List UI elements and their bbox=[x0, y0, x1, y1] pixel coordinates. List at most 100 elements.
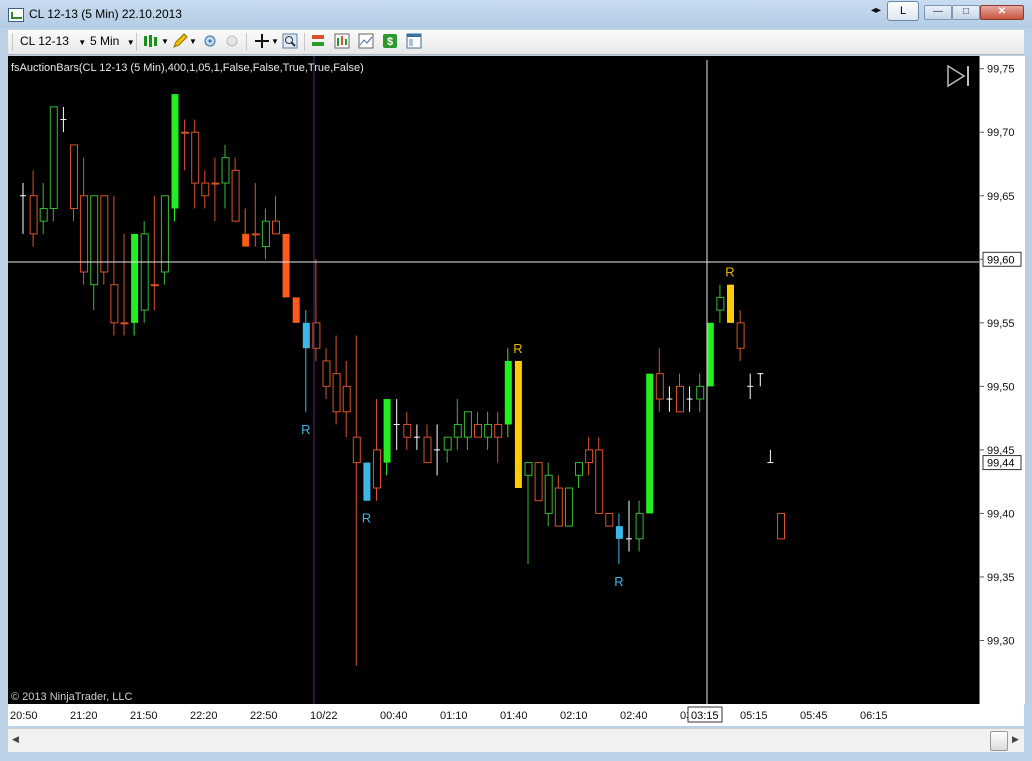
toolbar-separator bbox=[246, 33, 247, 51]
data-box-icon[interactable] bbox=[406, 33, 422, 49]
candle-75 bbox=[777, 512, 785, 540]
link-button[interactable]: L bbox=[887, 1, 919, 21]
candle-72 bbox=[747, 373, 754, 400]
candle-body bbox=[282, 233, 290, 298]
zoom-icon[interactable] bbox=[282, 33, 298, 49]
time-tick-label: 05:15 bbox=[740, 710, 768, 722]
candle-22 bbox=[242, 208, 250, 247]
candle-body bbox=[383, 399, 391, 463]
candle-63 bbox=[655, 348, 664, 412]
candle-body bbox=[655, 373, 664, 400]
candle-body bbox=[272, 220, 280, 235]
time-tick-label: 20:50 bbox=[10, 710, 38, 722]
reversal-marker-1: R bbox=[362, 511, 371, 526]
strategies-icon[interactable] bbox=[310, 33, 326, 49]
global-crosshair-icon[interactable] bbox=[224, 33, 240, 49]
chevron-down-icon[interactable]: ▼ bbox=[161, 37, 169, 46]
candle-45 bbox=[474, 411, 482, 438]
indicators-icon[interactable] bbox=[334, 33, 350, 49]
instrument-selector[interactable]: CL 12-13 ▼ bbox=[20, 34, 86, 48]
chevron-down-icon[interactable]: ▼ bbox=[271, 37, 279, 46]
candle-0 bbox=[20, 183, 26, 234]
reversal-marker-2: R bbox=[513, 341, 522, 356]
candle-54 bbox=[564, 487, 573, 527]
close-button[interactable]: ✕ bbox=[980, 5, 1024, 20]
candle-body bbox=[140, 233, 149, 311]
candle-body bbox=[131, 233, 139, 323]
candle-body bbox=[484, 423, 493, 438]
candle-21 bbox=[231, 157, 240, 222]
candle-2 bbox=[39, 183, 48, 234]
chevron-down-icon: ▼ bbox=[78, 38, 87, 47]
candle-body bbox=[120, 322, 129, 325]
candle-13 bbox=[150, 195, 159, 311]
candle-69 bbox=[716, 284, 725, 323]
minimize-button[interactable]: — bbox=[924, 5, 952, 20]
pencil-icon[interactable] bbox=[172, 33, 188, 49]
candle-14 bbox=[160, 195, 169, 285]
dollar-icon[interactable]: $ bbox=[382, 33, 398, 49]
candle-body bbox=[524, 462, 533, 476]
candle-body bbox=[615, 526, 623, 539]
scroll-left-icon[interactable]: ◀ bbox=[12, 734, 19, 745]
toolbar-grip bbox=[12, 33, 13, 51]
candle-4 bbox=[60, 106, 67, 133]
candle-61 bbox=[635, 500, 644, 552]
nav-arrows-icon[interactable]: ◂▸ bbox=[871, 5, 881, 16]
candle-body bbox=[443, 436, 452, 451]
candle-31 bbox=[332, 335, 341, 425]
bar-type-icon[interactable] bbox=[142, 33, 160, 49]
interval-label: 5 Min bbox=[90, 34, 120, 48]
horizontal-scrollbar[interactable]: ◀ ▶ bbox=[8, 728, 1024, 752]
time-axis[interactable]: 20:50 21:20 21:50 22:20 22:50 10/22 00:40 01:10… bbox=[8, 704, 1024, 726]
candle-body bbox=[201, 182, 210, 197]
interval-selector[interactable]: 5 Min ▼ bbox=[90, 34, 135, 48]
candle-body bbox=[463, 411, 472, 438]
candle-20 bbox=[221, 144, 230, 209]
candle-46 bbox=[484, 411, 493, 450]
price-tick-label: 99,40 bbox=[987, 508, 1015, 520]
candle-35 bbox=[373, 399, 381, 501]
candle-37 bbox=[393, 399, 400, 450]
candle-body bbox=[595, 449, 604, 514]
candle-body bbox=[332, 373, 341, 413]
chevron-down-icon: ▼ bbox=[126, 38, 135, 47]
candle-3 bbox=[49, 106, 58, 222]
candle-body bbox=[221, 157, 230, 184]
chevron-down-icon[interactable]: ▼ bbox=[189, 37, 197, 46]
toolbar-separator bbox=[304, 33, 305, 51]
candle-43 bbox=[453, 399, 462, 450]
window-title: CL 12-13 (5 Min) 22.10.2013 bbox=[29, 7, 182, 21]
price-tick-label: 99,35 bbox=[987, 572, 1015, 584]
candle-49 bbox=[514, 360, 522, 488]
time-tick-label: 21:50 bbox=[130, 710, 158, 722]
candle-body bbox=[110, 284, 119, 324]
last-price-label: 99,44 bbox=[987, 458, 1015, 470]
candle-65 bbox=[676, 373, 684, 413]
maximize-button[interactable]: □ bbox=[952, 5, 980, 20]
candlestick-chart[interactable]: R R R R R fsAuctionBars(CL 12-13 (5 Min),400… bbox=[8, 56, 979, 704]
chart-properties-icon[interactable] bbox=[358, 33, 374, 49]
scroll-right-icon[interactable]: ▶ bbox=[1012, 734, 1019, 745]
candle-body bbox=[696, 385, 705, 400]
crosshair-tool-icon[interactable] bbox=[202, 33, 218, 49]
price-tick-label: 99,65 bbox=[987, 191, 1015, 203]
candle-body bbox=[777, 512, 785, 540]
go-to-end-icon[interactable] bbox=[947, 64, 969, 88]
candle-51 bbox=[534, 462, 543, 502]
price-chart-panel[interactable]: R R R R R fsAuctionBars(CL 12-13 (5 Min),400… bbox=[8, 56, 979, 704]
candle-body bbox=[585, 449, 594, 464]
candle-body bbox=[504, 360, 512, 425]
candle-body bbox=[494, 423, 503, 438]
time-tick-label: 05:45 bbox=[800, 710, 828, 722]
time-tick-label: 01:40 bbox=[500, 710, 528, 722]
cross-cursor-icon[interactable] bbox=[254, 33, 270, 49]
candle-10 bbox=[120, 233, 129, 336]
candle-8 bbox=[100, 195, 109, 285]
scrollbar-thumb[interactable] bbox=[990, 731, 1008, 751]
candle-55 bbox=[575, 462, 583, 488]
price-axis[interactable]: 99,75 99,70 99,65 99,60 99,55 99,50 99,45 99,40… bbox=[979, 56, 1025, 704]
candle-58 bbox=[605, 512, 614, 527]
candle-57 bbox=[595, 437, 604, 514]
candle-66 bbox=[686, 386, 693, 412]
